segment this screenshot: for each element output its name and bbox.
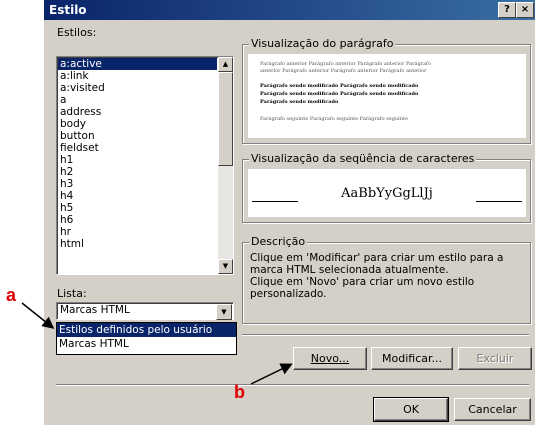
style-list-item[interactable]: a:link xyxy=(58,70,217,82)
styles-label-text: Estilos: xyxy=(57,26,97,39)
style-list-item[interactable]: h4 xyxy=(58,190,217,202)
annotation-b: b xyxy=(234,382,245,402)
paragraph-preview-box: Parágrafo anterior Parágrafo anterior Pa… xyxy=(248,54,526,138)
scroll-up-button[interactable]: ▲ xyxy=(218,57,233,72)
description-label: Descrição xyxy=(249,235,308,248)
baseline-left xyxy=(252,201,298,202)
style-list-item[interactable]: a:visited xyxy=(58,82,217,94)
prev-line-1: Parágrafo anterior Parágrafo anterior Pa… xyxy=(260,61,431,67)
mod-line-3: Parágrafo sendo modificado xyxy=(260,99,339,105)
paragraph-preview-label: Visualização do parágrafo xyxy=(249,37,396,50)
style-list-item[interactable]: fieldset xyxy=(58,142,217,154)
delete-button[interactable]: Excluir xyxy=(458,347,532,370)
close-button[interactable]: × xyxy=(516,2,534,18)
next-line-1: Parágrafo seguinte Parágrafo seguinte Pa… xyxy=(260,116,408,122)
style-list-item[interactable]: h2 xyxy=(58,166,217,178)
mod-line-1: Parágrafo sendo modificado Parágrafo sen… xyxy=(260,83,419,89)
mod-line-2: Parágrafo sendo modificado Parágrafo sen… xyxy=(260,91,419,97)
new-button[interactable]: Novo... xyxy=(293,347,367,370)
list-option[interactable]: Estilos definidos pelo usuário xyxy=(57,323,236,337)
list-option[interactable]: Marcas HTML xyxy=(57,337,236,351)
char-sample: AaBbYyGgLlJj xyxy=(341,186,433,201)
style-list-item[interactable]: a xyxy=(58,94,217,106)
ok-button-label: OK xyxy=(403,403,419,416)
list-combobox-value: Marcas HTML xyxy=(60,304,130,316)
styles-items: a:active a:link a:visited a address body butto… xyxy=(58,58,217,250)
style-list-item[interactable]: h1 xyxy=(58,154,217,166)
style-list-item[interactable]: h5 xyxy=(58,202,217,214)
help-button[interactable]: ? xyxy=(498,2,516,18)
delete-button-label: Excluir xyxy=(476,352,514,365)
scroll-thumb[interactable] xyxy=(218,72,233,166)
styles-label: Estilos: xyxy=(57,26,96,39)
new-button-label: Novo... xyxy=(310,352,350,365)
style-list-item[interactable]: html xyxy=(58,238,217,250)
scroll-down-button[interactable]: ▼ xyxy=(218,259,233,274)
style-list-item[interactable]: body xyxy=(58,118,217,130)
modify-button[interactable]: Modificar... xyxy=(371,347,453,370)
prev-line-2: anterior Parágrafo anterior Parágrafo an… xyxy=(260,68,427,74)
window-title: Estilo xyxy=(49,3,87,17)
separator-bottom xyxy=(56,384,529,386)
char-preview-box: AaBbYyGgLlJj xyxy=(248,169,526,217)
style-list-item[interactable]: a:active xyxy=(58,58,217,70)
cancel-button[interactable]: Cancelar xyxy=(454,398,531,421)
separator-top xyxy=(242,334,529,336)
chevron-down-icon[interactable]: ▼ xyxy=(216,304,232,320)
list-dropdown[interactable]: Estilos definidos pelo usuário Marcas HTM… xyxy=(56,322,237,355)
style-list-item[interactable]: button xyxy=(58,130,217,142)
baseline-right xyxy=(476,201,522,202)
styles-listbox[interactable]: a:active a:link a:visited a address body butto… xyxy=(56,56,234,275)
style-list-item[interactable]: h3 xyxy=(58,178,217,190)
styles-scrollbar[interactable]: ▲ ▼ xyxy=(218,57,233,274)
modify-button-label: Modificar... xyxy=(382,352,442,365)
style-list-item[interactable]: address xyxy=(58,106,217,118)
char-preview-label: Visualização da seqüência de caracteres xyxy=(249,152,477,165)
annotation-a: a xyxy=(6,285,17,305)
list-label: Lista: xyxy=(57,287,87,300)
style-list-item[interactable]: hr xyxy=(58,226,217,238)
ok-button[interactable]: OK xyxy=(373,397,449,422)
cancel-button-label: Cancelar xyxy=(468,403,517,416)
description-text: Clique em 'Modificar' para criar um esti… xyxy=(250,252,504,300)
style-dialog: Estilo ? × Estilos: a:active a:link a:visi… xyxy=(44,0,535,425)
title-bar: Estilo ? × xyxy=(44,0,535,20)
style-list-item[interactable]: h6 xyxy=(58,214,217,226)
list-combobox[interactable]: Marcas HTML ▼ xyxy=(56,302,234,320)
